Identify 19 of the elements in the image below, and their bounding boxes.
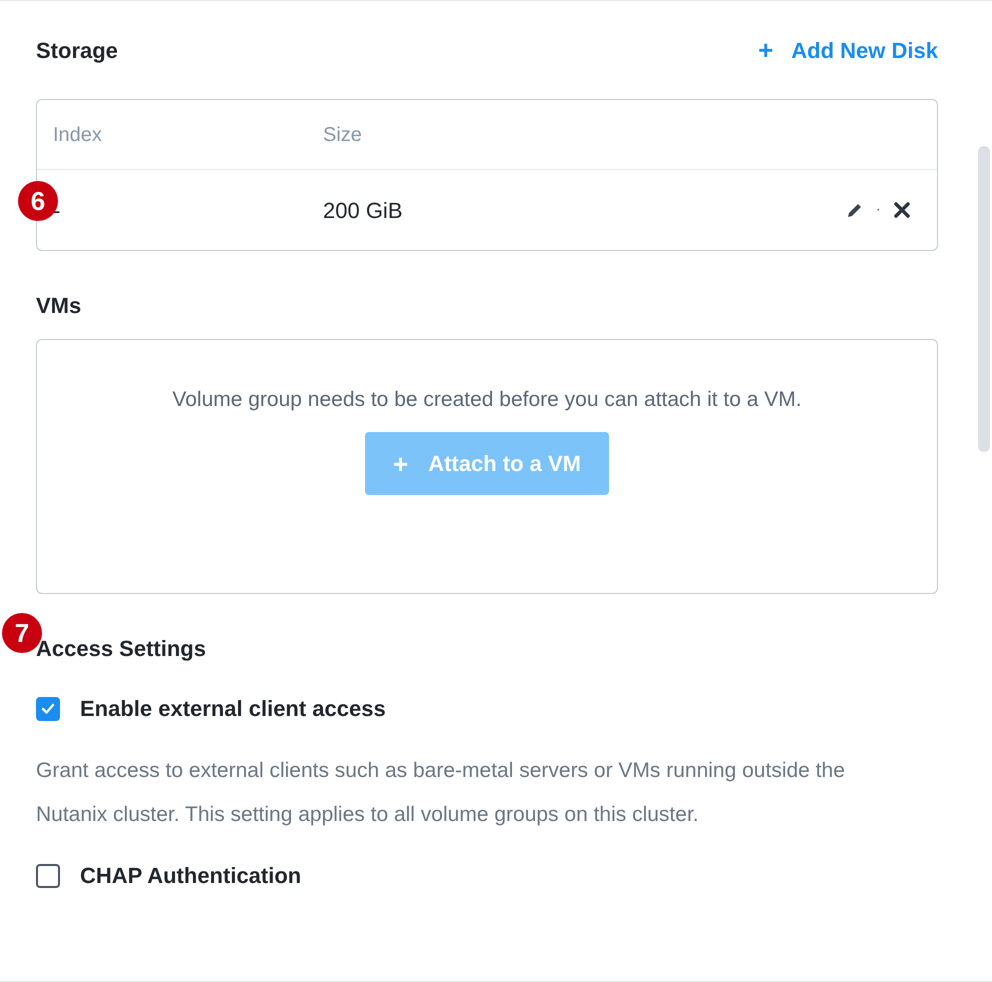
empty-message: Volume group needs to be created before you can attach it to a VM.	[172, 387, 802, 413]
table-cell-text: -	[53, 196, 62, 224]
checkbox-label: Enable external client access	[80, 695, 386, 723]
checkbox-label: CHAP Authentication	[80, 862, 302, 890]
section-title: Storage	[36, 36, 118, 65]
checkmark-icon	[41, 702, 55, 714]
close-icon	[893, 201, 911, 219]
add-disk-link[interactable]: + Add New Disk	[758, 34, 938, 66]
help-text: Grant access to external clients such as bare-metal servers or VMs running outside the Nutanix cluster. This setting applies to all volume groups on this cluster.	[36, 758, 846, 828]
checkbox[interactable]	[36, 696, 60, 720]
table-cell-text: 200 GiB	[323, 196, 404, 224]
separator-dot: ·	[876, 200, 881, 220]
section-title: VMs	[36, 292, 82, 319]
delete-button[interactable]	[891, 199, 913, 221]
column-header: Index	[53, 122, 103, 148]
column-header: Size	[323, 122, 362, 148]
scrollbar-thumb[interactable]	[978, 146, 990, 452]
checkbox[interactable]	[36, 864, 60, 888]
pencil-icon	[846, 201, 864, 219]
